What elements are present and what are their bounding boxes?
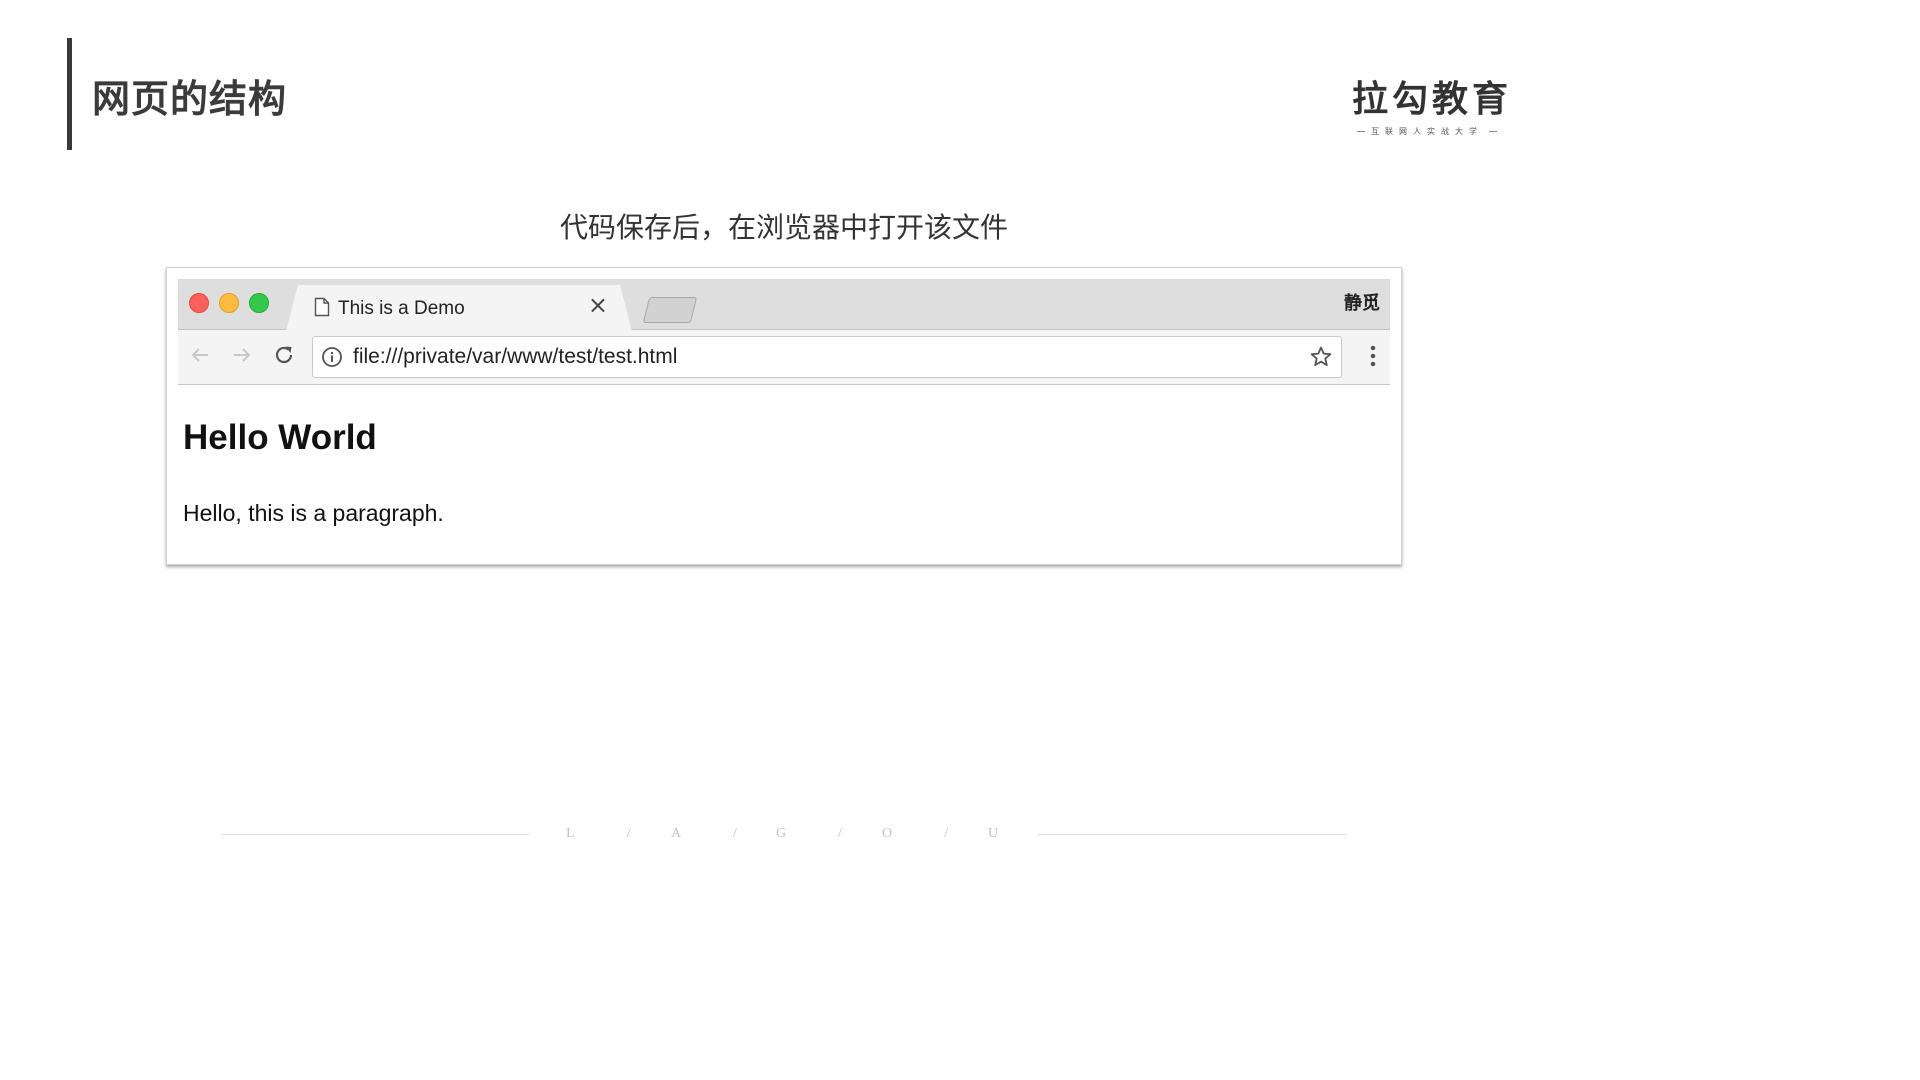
tab-title: This is a Demo (338, 298, 465, 319)
kebab-menu-icon[interactable] (1370, 344, 1376, 372)
tagline-dash-left (1357, 131, 1365, 132)
logo-text: 拉勾教育 (1352, 79, 1513, 120)
info-icon[interactable] (321, 346, 343, 372)
footer-separator: / (838, 826, 842, 841)
brand-logo: 拉勾教育 互联网人实战大学 (1352, 70, 1513, 137)
arrow-left-icon[interactable] (188, 343, 212, 371)
browser-tab-strip: This is a Demo × 静觅 (178, 279, 1390, 330)
url-text[interactable]: file:///private/var/www/test/test.html (353, 345, 677, 369)
browser-toolbar: file:///private/var/www/test/test.html (178, 330, 1390, 385)
footer-letter: A (671, 826, 682, 841)
arrow-right-icon[interactable] (230, 343, 254, 371)
tagline-text: 互联网人实战大学 (1371, 127, 1483, 136)
footer-divider-left (221, 834, 529, 835)
close-window-button[interactable] (189, 293, 209, 313)
minimize-window-button[interactable] (219, 293, 239, 313)
footer-letter: U (988, 826, 999, 841)
footer-letter: G (776, 826, 787, 841)
page-viewport: Hello World Hello, this is a paragraph. (183, 418, 444, 526)
page-paragraph: Hello, this is a paragraph. (183, 500, 444, 526)
profile-label[interactable]: 静觅 (1344, 289, 1380, 315)
tab-close-icon[interactable]: × (588, 293, 608, 317)
page-heading: Hello World (183, 418, 377, 457)
footer-separator: / (733, 826, 737, 841)
browser-window: This is a Demo × 静觅 file:///private/var/… (166, 267, 1402, 565)
document-icon (314, 297, 330, 321)
title-accent-bar (67, 38, 72, 150)
star-icon[interactable] (1309, 345, 1333, 373)
footer-letter: L (566, 826, 575, 841)
new-tab-button[interactable] (642, 297, 698, 323)
address-bar[interactable]: file:///private/var/www/test/test.html (312, 336, 1342, 378)
tagline-dash-right (1489, 131, 1497, 132)
footer-letter: O (882, 826, 893, 841)
footer-separator: / (944, 826, 948, 841)
slide-subtitle: 代码保存后，在浏览器中打开该文件 (559, 211, 1008, 244)
footer-divider-right (1038, 834, 1347, 835)
slide-title: 网页的结构 (92, 77, 288, 121)
tab-this-is-a-demo[interactable]: This is a Demo × (286, 285, 632, 331)
maximize-window-button[interactable] (249, 293, 269, 313)
footer-separator: / (627, 826, 631, 841)
logo-tagline: 互联网人实战大学 (1352, 126, 1502, 137)
reload-icon[interactable] (272, 343, 296, 371)
